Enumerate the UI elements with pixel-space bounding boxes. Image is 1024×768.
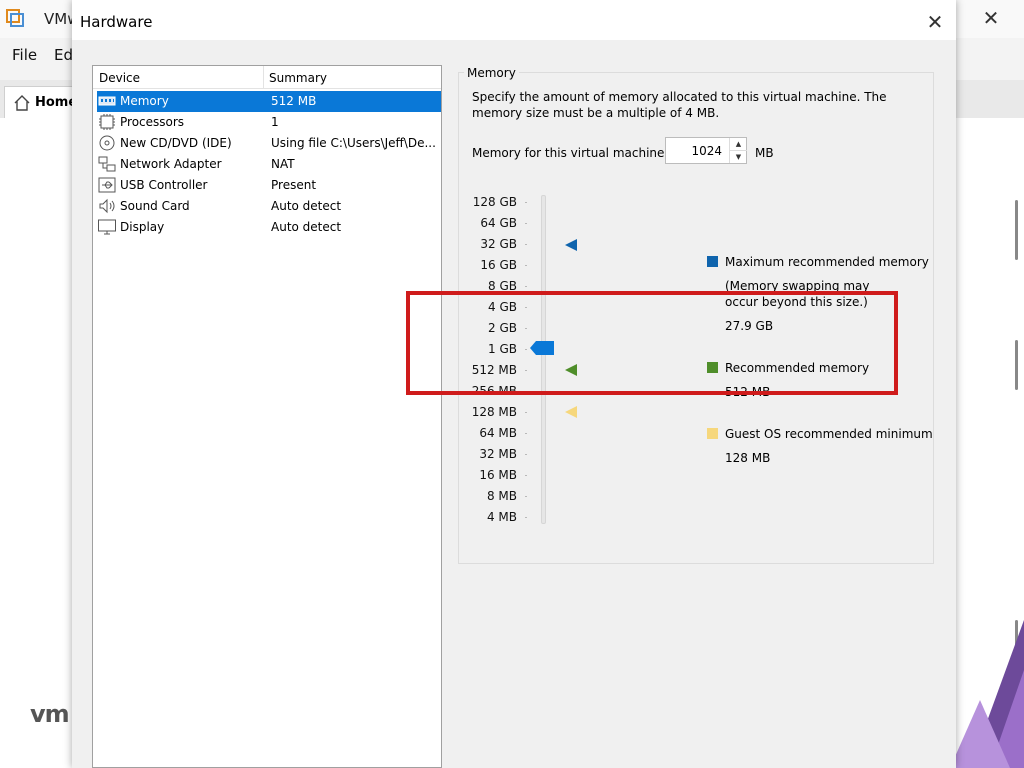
home-icon — [14, 95, 30, 111]
scale-label: 16 GB — [480, 258, 517, 272]
background-artwork — [950, 620, 1024, 768]
header-divider[interactable] — [263, 66, 264, 88]
scale-tick — [525, 202, 527, 203]
device-row-usb-controller[interactable]: USB Controller Present — [97, 175, 441, 196]
device-row-processors[interactable]: Processors 1 — [97, 112, 441, 133]
guest-min-swatch — [707, 428, 718, 439]
max-recommended-marker — [565, 239, 577, 251]
device-name: Display — [120, 220, 165, 234]
device-summary: Auto detect — [271, 199, 342, 213]
device-summary: Using file C:\Users\Jeff\De... — [271, 136, 436, 150]
scale-label: 64 GB — [480, 216, 517, 230]
guest-min-value: 128 MB — [725, 451, 771, 465]
device-summary: 1 — [271, 115, 279, 129]
scale-tick — [525, 265, 527, 266]
menu-file[interactable]: File — [12, 46, 37, 64]
scale-label: 64 MB — [479, 426, 517, 440]
scale-tick — [525, 223, 527, 224]
processor-icon — [99, 114, 115, 130]
chevron-down-icon: ▼ — [735, 153, 742, 161]
main-close-button[interactable]: ✕ — [976, 4, 1006, 32]
scale-tick — [525, 412, 527, 413]
scale-label: 128 MB — [471, 405, 517, 419]
guest-min-marker — [565, 406, 577, 418]
memory-field-label: Memory for this virtual machine: — [472, 146, 669, 160]
memory-group-title: Memory — [464, 66, 519, 80]
close-icon: ✕ — [926, 10, 944, 34]
scale-tick — [525, 475, 527, 476]
device-row-display[interactable]: Display Auto detect — [97, 217, 441, 238]
device-summary: 512 MB — [271, 94, 317, 108]
device-name: Processors — [120, 115, 185, 129]
device-row-network-adapter[interactable]: Network Adapter NAT — [97, 154, 441, 175]
device-summary: NAT — [271, 157, 295, 171]
scale-tick — [525, 433, 527, 434]
scale-tick — [525, 496, 527, 497]
memory-icon — [98, 96, 116, 106]
max-recommended-swatch — [707, 256, 718, 267]
column-header-device[interactable]: Device — [99, 71, 140, 85]
device-name: New CD/DVD (IDE) — [120, 136, 232, 150]
dialog-title: Hardware — [80, 13, 153, 31]
device-summary: Auto detect — [271, 220, 342, 234]
scale-label: 8 MB — [486, 489, 517, 503]
tab-home[interactable]: Home — [4, 86, 78, 119]
device-list-header: Device Summary — [93, 66, 441, 89]
scale-label: 32 GB — [480, 237, 517, 251]
memory-unit-label: MB — [755, 146, 774, 160]
monitor-icon — [98, 219, 116, 235]
device-row-sound-card[interactable]: Sound Card Auto detect — [97, 196, 441, 217]
dialog-title-bar: Hardware ✕ — [72, 0, 956, 40]
scale-label: 16 MB — [479, 468, 517, 482]
dialog-close-button[interactable]: ✕ — [920, 8, 950, 36]
column-header-summary[interactable]: Summary — [269, 71, 327, 85]
scale-label: 32 MB — [479, 447, 517, 461]
guest-min-title: Guest OS recommended minimum — [725, 427, 933, 441]
device-list[interactable]: Device Summary Memory 512 MB Processors … — [92, 65, 442, 768]
menu-edit[interactable]: Ed — [54, 46, 73, 64]
device-summary: Present — [271, 178, 317, 192]
device-name: Sound Card — [120, 199, 190, 213]
speaker-icon — [99, 198, 115, 214]
vmware-app-icon — [6, 9, 24, 27]
spin-down-button[interactable]: ▼ — [729, 150, 747, 163]
scale-tick — [525, 286, 527, 287]
device-row-cd-dvd[interactable]: New CD/DVD (IDE) Using file C:\Users\Jef… — [97, 133, 441, 154]
device-name: Memory — [120, 94, 169, 108]
tab-home-label: Home — [35, 95, 78, 110]
memory-description: Specify the amount of memory allocated t… — [472, 90, 887, 120]
device-row-memory[interactable]: Memory 512 MB — [97, 91, 441, 112]
scale-tick — [525, 244, 527, 245]
spin-up-button[interactable]: ▲ — [729, 138, 747, 150]
memory-spinbox[interactable]: ▲ ▼ — [665, 137, 747, 164]
max-recommended-title: Maximum recommended memory — [725, 255, 929, 269]
vmware-logo: vm — [30, 700, 70, 728]
scale-tick — [525, 454, 527, 455]
network-icon — [98, 156, 116, 172]
red-annotation-box — [406, 291, 898, 395]
usb-icon — [98, 177, 116, 193]
cd-icon — [99, 135, 115, 151]
memory-input[interactable] — [666, 138, 728, 163]
chevron-up-icon: ▲ — [735, 140, 742, 148]
device-name: Network Adapter — [120, 157, 222, 171]
scale-label: 4 MB — [486, 510, 517, 524]
scale-tick — [525, 517, 527, 518]
scale-label: 128 GB — [472, 195, 517, 209]
device-name: USB Controller — [120, 178, 208, 192]
